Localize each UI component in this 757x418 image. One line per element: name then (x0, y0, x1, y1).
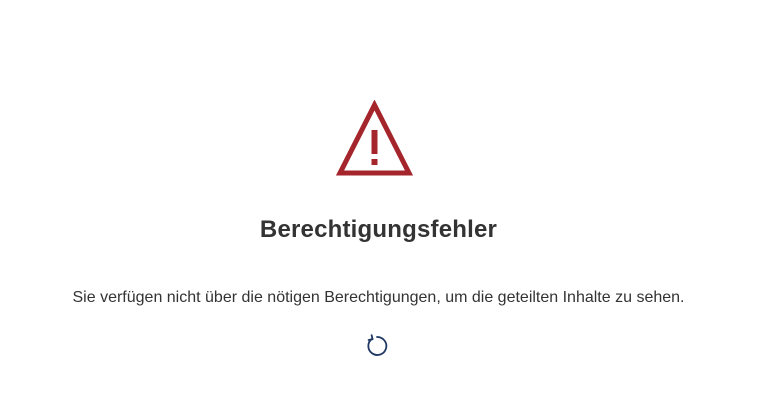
refresh-icon (364, 333, 390, 359)
error-title: Berechtigungsfehler (259, 216, 498, 243)
permission-error-page: Berechtigungsfehler Sie verfügen nicht ü… (0, 0, 757, 418)
refresh-button[interactable] (364, 333, 390, 359)
error-message: Sie verfügen nicht über die nötigen Bere… (72, 289, 685, 306)
warning-triangle-icon (335, 99, 414, 177)
